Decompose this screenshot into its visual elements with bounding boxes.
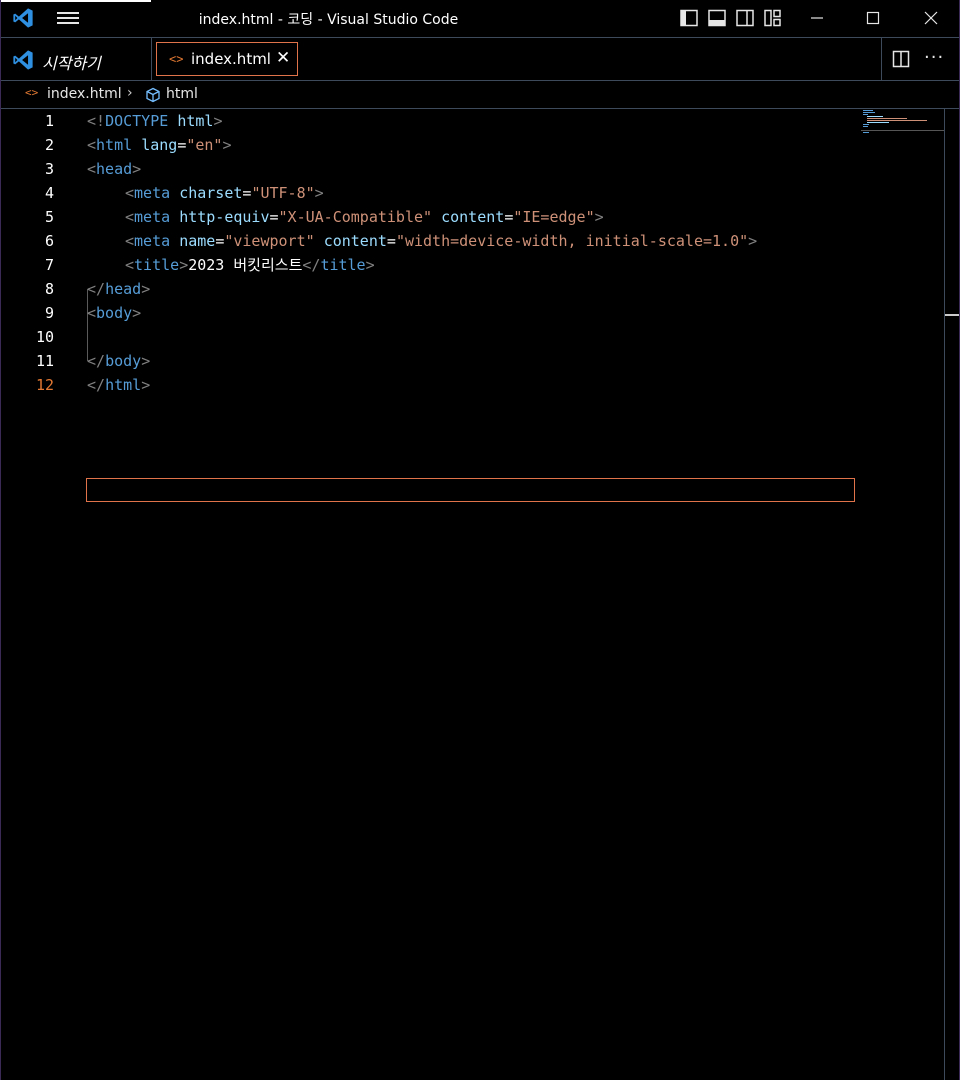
current-line-highlight [86, 478, 855, 502]
code-line[interactable]: 11 </body> [1, 349, 861, 373]
maximize-icon[interactable] [859, 7, 887, 29]
line-number: 2 [44, 136, 54, 154]
code-line[interactable]: 6 <meta name="viewport" content="width=d… [1, 229, 861, 253]
code-line[interactable]: 7 <title>2023 버킷리스트</title> [1, 253, 861, 277]
split-editor-icon[interactable] [892, 50, 910, 68]
code-line[interactable]: 4 <meta charset="UTF-8"> [1, 181, 861, 205]
more-actions-icon[interactable]: ··· [924, 47, 944, 68]
line-number: 11 [35, 352, 54, 370]
close-window-icon[interactable] [917, 7, 945, 29]
code-text[interactable]: <html lang="en"> [87, 133, 232, 157]
html-file-icon: <> [169, 52, 184, 66]
line-number: 7 [44, 256, 54, 274]
line-number: 1 [44, 112, 54, 130]
tab-welcome[interactable]: 시작하기 [1, 38, 152, 80]
code-line[interactable]: 8 </head> [1, 277, 861, 301]
code-text[interactable]: <!DOCTYPE html> [87, 109, 222, 133]
code-line[interactable]: 1 <!DOCTYPE html> [1, 109, 861, 133]
active-window-indicator [1, 0, 151, 2]
tab-index-html-label: index.html [191, 50, 271, 68]
breadcrumb: <> index.html › html [1, 82, 959, 109]
scrollbar-cursor-marker [945, 314, 959, 316]
code-line[interactable]: 9 <body> [1, 301, 861, 325]
breadcrumb-symbol[interactable]: html [166, 86, 198, 102]
close-icon[interactable]: ✕ [276, 48, 290, 68]
code-text[interactable]: <meta charset="UTF-8"> [125, 181, 324, 205]
minimap[interactable] [861, 109, 945, 139]
toggle-panel-icon[interactable] [707, 9, 727, 27]
line-number: 4 [44, 184, 54, 202]
symbol-cube-icon [146, 87, 160, 103]
code-text[interactable]: <meta name="viewport" content="width=dev… [125, 229, 757, 253]
editor-actions: ··· [881, 38, 960, 80]
code-text[interactable]: <title>2023 버킷리스트</title> [125, 253, 375, 277]
tab-index-html[interactable]: <> index.html ✕ [156, 42, 298, 76]
code-text[interactable]: <head> [87, 157, 141, 181]
breadcrumb-file[interactable]: index.html [47, 86, 122, 102]
line-number: 5 [44, 208, 54, 226]
minimize-icon[interactable] [803, 7, 831, 29]
chevron-right-icon: › [127, 85, 133, 101]
vscode-logo-icon [13, 50, 33, 70]
code-line[interactable]: 3 <head> [1, 157, 861, 181]
code-text[interactable]: </body> [87, 349, 150, 373]
code-text[interactable]: <body> [87, 301, 141, 325]
line-number: 6 [44, 232, 54, 250]
code-text[interactable]: </html> [87, 373, 150, 397]
toggle-primary-sidebar-icon[interactable] [679, 9, 699, 27]
code-text[interactable]: <meta http-equiv="X-UA-Compatible" conte… [125, 205, 604, 229]
line-number: 12 [35, 376, 54, 394]
tab-welcome-label: 시작하기 [42, 54, 101, 73]
code-line[interactable]: 12 </html> [1, 373, 861, 397]
code-text[interactable]: </head> [87, 277, 150, 301]
line-number: 3 [44, 160, 54, 178]
title-bar: index.html - 코딩 - Visual Studio Code [1, 0, 959, 36]
customize-layout-icon[interactable] [763, 9, 783, 27]
code-line[interactable]: 5 <meta http-equiv="X-UA-Compatible" con… [1, 205, 861, 229]
line-number: 8 [44, 280, 54, 298]
line-number: 9 [44, 304, 54, 322]
code-editor[interactable]: 1 <!DOCTYPE html> 2 <html lang="en"> 3 <… [1, 109, 959, 1080]
scrollbar[interactable] [944, 109, 945, 1080]
code-line[interactable]: 2 <html lang="en"> [1, 133, 861, 157]
tab-bar: 시작하기 <> index.html ✕ ··· [1, 37, 959, 81]
line-number: 10 [35, 328, 54, 346]
window-title: index.html - 코딩 - Visual Studio Code [198, 12, 459, 28]
toggle-secondary-sidebar-icon[interactable] [735, 9, 755, 27]
html-file-icon: <> [25, 86, 39, 99]
code-line[interactable]: 10 [1, 325, 861, 349]
minimap-slider[interactable] [861, 130, 944, 131]
